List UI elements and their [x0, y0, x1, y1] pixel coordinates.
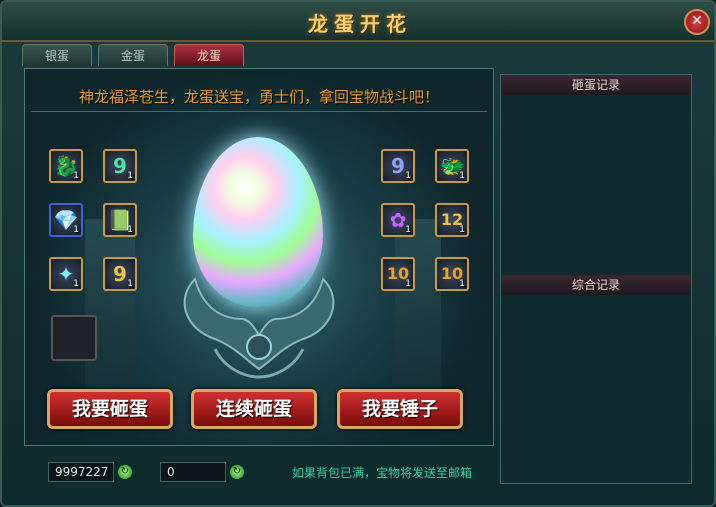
reward-item[interactable]: 🐉 1: [49, 149, 83, 183]
game-window: 龙蛋开花 ✕ 银蛋 金蛋 龙蛋 神龙福泽苍生，龙蛋送宝，勇士们，拿回宝物战斗吧！…: [0, 0, 716, 507]
close-icon[interactable]: ✕: [684, 9, 710, 35]
mailbox-notice: 如果背包已满，宝物将发送至邮箱: [292, 466, 473, 480]
hammer-count: 0: [160, 462, 226, 482]
number-9-icon: 9: [391, 154, 405, 178]
tab-gold-egg[interactable]: 金蛋: [98, 44, 168, 66]
item-count: 1: [405, 279, 411, 289]
continuous-smash-button[interactable]: 连续砸蛋: [191, 389, 317, 429]
item-count: 1: [73, 225, 79, 235]
item-count: 1: [459, 279, 465, 289]
reward-item[interactable]: 12 1: [435, 203, 469, 237]
reward-item[interactable]: 10 1: [381, 257, 415, 291]
get-hammer-button[interactable]: 我要锤子: [337, 389, 463, 429]
lock-refresh-icon[interactable]: ↻: [230, 465, 244, 479]
reward-item[interactable]: 💎 1: [49, 203, 83, 237]
number-9-icon: 9: [113, 154, 127, 178]
egg-stand-ornament: [183, 277, 335, 379]
smash-log-list[interactable]: [501, 95, 691, 275]
records-sidebar: 砸蛋记录 综合记录: [500, 74, 692, 484]
refresh-icon[interactable]: ↻: [118, 465, 132, 479]
tab-dragon-egg[interactable]: 龙蛋: [174, 44, 244, 66]
item-count: 1: [73, 279, 79, 289]
egg-panel: 神龙福泽苍生，龙蛋送宝，勇士们，拿回宝物战斗吧！ 🐉 1 9 1 💎 1 📗 1…: [24, 68, 494, 446]
reward-item[interactable]: 📗 1: [103, 203, 137, 237]
smash-log-title: 砸蛋记录: [501, 75, 691, 95]
item-count: 1: [459, 225, 465, 235]
general-log-title: 综合记录: [501, 275, 691, 295]
item-count: 1: [459, 171, 465, 181]
general-log-list[interactable]: [501, 295, 691, 483]
number-9-icon: 9: [113, 262, 127, 286]
window-title: 龙蛋开花: [308, 12, 412, 36]
reward-item[interactable]: 9 1: [103, 257, 137, 291]
reward-item[interactable]: 🐲 1: [435, 149, 469, 183]
item-count: 1: [127, 171, 133, 181]
reward-item[interactable]: 10 1: [435, 257, 469, 291]
reward-item[interactable]: 9 1: [103, 149, 137, 183]
smash-egg-button[interactable]: 我要砸蛋: [47, 389, 173, 429]
reward-item[interactable]: ✿ 1: [381, 203, 415, 237]
empty-item-slot[interactable]: [51, 315, 97, 361]
item-count: 1: [127, 279, 133, 289]
gold-amount: 9997227: [48, 462, 114, 482]
flower-icon: ✿: [389, 208, 407, 232]
tab-silver-egg[interactable]: 银蛋: [22, 44, 92, 66]
item-count: 1: [73, 171, 79, 181]
reward-item[interactable]: ✦ 1: [49, 257, 83, 291]
reward-item[interactable]: 9 1: [381, 149, 415, 183]
slogan-text: 神龙福泽苍生，龙蛋送宝，勇士们，拿回宝物战斗吧！: [31, 83, 487, 112]
title-bar: 龙蛋开花 ✕: [2, 2, 714, 42]
gem-icon: ✦: [57, 262, 75, 286]
item-count: 1: [405, 171, 411, 181]
item-count: 1: [127, 225, 133, 235]
item-count: 1: [405, 225, 411, 235]
